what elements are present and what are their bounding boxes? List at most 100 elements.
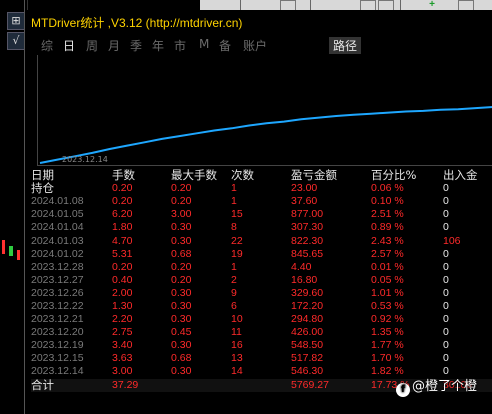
stats-table: 日期 手数 最大手数 次数 盈亏金额 百分比% 出入金 持仓 0.20 0.20 1 2…	[31, 169, 492, 392]
table-row: 2024.01.05 6.20 3.00 15 877.00 2.51 % 0	[31, 208, 492, 221]
total-max-lots	[171, 379, 231, 392]
tab-week[interactable]: 周	[86, 37, 98, 54]
row-pct: 0.01 %	[371, 260, 404, 273]
row-max-lots: 0.20	[171, 273, 192, 286]
row-max-lots: 0.30	[171, 286, 192, 299]
row-lots: 0.40	[112, 273, 133, 286]
row-pct: 0.10 %	[371, 195, 404, 208]
tab-path[interactable]: 路径	[329, 37, 362, 54]
row-count: 22	[231, 234, 243, 247]
row-count: 2	[231, 273, 237, 286]
row-date: 2023.12.19	[31, 339, 84, 352]
row-pct: 1.70 %	[371, 352, 404, 365]
row-flow: 0	[443, 195, 449, 208]
row-max-lots: 0.30	[171, 313, 192, 326]
row-pnl: 845.65	[291, 247, 324, 260]
row-count: 8	[231, 221, 237, 234]
row-count: 15	[231, 208, 243, 221]
tab-market[interactable]: 市	[174, 37, 186, 54]
table-row: 2023.12.27 0.40 0.20 2 16.80 0.05 % 0	[31, 274, 492, 287]
col-pnl-header: 盈亏金额	[291, 169, 337, 183]
row-date: 2023.12.21	[31, 313, 84, 326]
row-flow: 0	[443, 208, 449, 221]
row-count: 11	[231, 326, 242, 339]
row-pct: 1.35 %	[371, 326, 404, 339]
row-flow: 0	[443, 326, 449, 339]
row-max-lots: 0.68	[171, 352, 192, 365]
row-count: 6	[231, 299, 237, 312]
row-flow: 0	[443, 221, 449, 234]
row-date: 2023.12.26	[31, 286, 84, 299]
col-date-header: 日期	[31, 169, 54, 183]
add-icon[interactable]: +	[425, 0, 439, 10]
row-pct: 0.92 %	[371, 313, 404, 326]
row-flow: 0	[443, 182, 449, 195]
watermark-logo-icon: f	[396, 383, 410, 397]
row-flow: 0	[443, 247, 449, 260]
row-pct: 2.57 %	[371, 247, 404, 260]
table-row: 2023.12.19 3.40 0.30 16 548.50 1.77 % 0	[31, 339, 492, 352]
row-lots: 0.20	[112, 260, 133, 273]
row-count: 1	[231, 195, 237, 208]
row-date: 2023.12.22	[31, 299, 84, 312]
row-pct: 1.77 %	[371, 339, 404, 352]
panel-title: MTDriver统计 ,V3.12 (http://mtdriver.cn)	[31, 16, 243, 30]
total-count	[231, 379, 291, 392]
row-max-lots: 0.30	[171, 221, 192, 234]
tab-summary[interactable]: 综	[41, 37, 53, 54]
tab-notes[interactable]: 备	[219, 37, 231, 54]
row-pnl: 426.00	[291, 326, 324, 339]
table-row: 2023.12.15 3.63 0.68 13 517.82 1.70 % 0	[31, 352, 492, 365]
row-max-lots: 0.20	[171, 182, 192, 195]
row-pct: 2.51 %	[371, 208, 404, 221]
tab-month[interactable]: 月	[108, 37, 120, 54]
row-pct: 0.06 %	[371, 182, 404, 195]
col-lots-header: 手数	[112, 169, 135, 183]
row-date: 2024.01.05	[31, 208, 84, 221]
row-lots: 3.00	[112, 365, 133, 378]
total-pnl: 5769.27	[291, 378, 329, 391]
row-flow: 0	[443, 273, 449, 286]
row-pnl: 16.80	[291, 273, 318, 286]
table-row: 2024.01.02 5.31 0.68 19 845.65 2.57 % 0	[31, 248, 492, 261]
table-row: 2024.01.04 1.80 0.30 8 307.30 0.89 % 0	[31, 221, 492, 234]
row-max-lots: 0.45	[171, 326, 192, 339]
row-lots: 4.70	[112, 234, 133, 247]
table-row: 2023.12.20 2.75 0.45 11 426.00 1.35 % 0	[31, 326, 492, 339]
row-pct: 0.53 %	[371, 299, 404, 312]
col-pct-header: 百分比%	[371, 169, 417, 183]
row-flow: 0	[443, 352, 449, 365]
tab-day[interactable]: 日	[63, 37, 75, 54]
col-max-lots-header: 最大手数	[171, 169, 217, 183]
row-count: 10	[231, 313, 243, 326]
row-date: 2023.12.27	[31, 273, 84, 286]
row-pnl: 548.50	[291, 339, 324, 352]
row-pnl: 172.20	[291, 299, 324, 312]
row-lots: 2.20	[112, 313, 133, 326]
col-count-header: 次数	[231, 169, 254, 183]
equity-curve-chart	[37, 55, 492, 166]
row-lots: 2.75	[112, 326, 133, 339]
row-pct: 0.05 %	[371, 273, 404, 286]
row-pnl: 307.30	[291, 221, 324, 234]
row-count: 13	[231, 352, 243, 365]
candle-marker	[17, 250, 20, 260]
tab-year[interactable]: 年	[152, 37, 164, 54]
tab-quarter[interactable]: 季	[130, 37, 142, 54]
col-flow-header: 出入金	[443, 169, 478, 183]
row-date: 2023.12.28	[31, 260, 84, 273]
row-count: 16	[231, 339, 243, 352]
row-lots: 3.63	[112, 352, 133, 365]
grid-icon[interactable]: ⊞	[7, 12, 25, 30]
row-date: 2024.01.08	[31, 195, 84, 208]
tab-m[interactable]: M	[199, 37, 209, 51]
row-count: 19	[231, 247, 243, 260]
row-pnl: 546.30	[291, 365, 324, 378]
tab-account[interactable]: 账户	[243, 37, 267, 54]
row-flow: 0	[443, 286, 449, 299]
row-pnl: 877.00	[291, 208, 324, 221]
row-date: 2024.01.04	[31, 221, 84, 234]
check-icon[interactable]: √	[7, 32, 25, 50]
row-max-lots: 3.00	[171, 208, 192, 221]
table-row: 持仓 0.20 0.20 1 23.00 0.06 % 0	[31, 182, 492, 195]
